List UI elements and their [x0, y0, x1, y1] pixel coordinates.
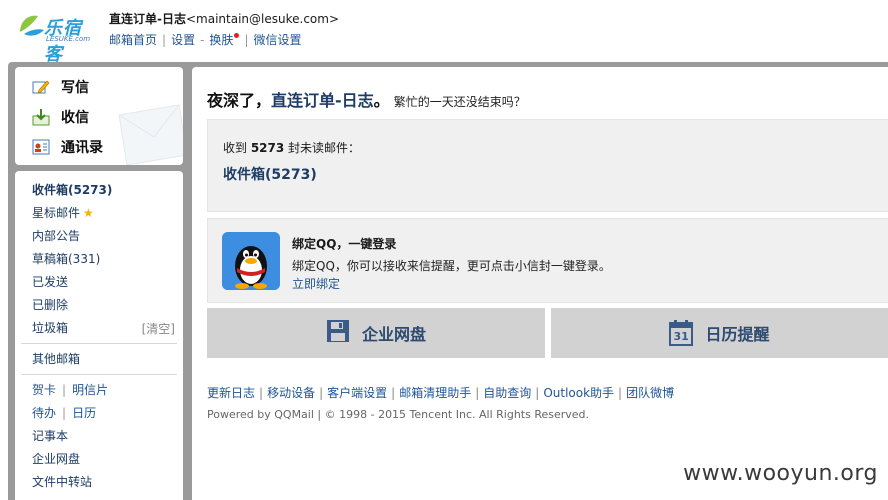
separator: |: [391, 386, 396, 400]
folder-list: 收件箱(5273) 星标邮件 ★ 内部公告 草稿箱(331) 已发送 已删除 垃圾…: [15, 171, 183, 500]
link-file-transfer[interactable]: 文件中转站: [32, 474, 92, 490]
receive-button[interactable]: 收信: [31, 105, 89, 129]
footer-links: 更新日志 | 移动设备 | 客户端设置 | 邮箱清理助手 | 自助查询 | Outlook助手 | 团队…: [207, 384, 674, 401]
greeting-name: 直连订单-日志: [271, 91, 374, 110]
link-client-settings[interactable]: 客户端设置: [327, 386, 387, 400]
inbox-download-icon: [31, 108, 51, 126]
link-notes[interactable]: 记事本: [32, 428, 68, 444]
link-mail-home[interactable]: 邮箱首页: [109, 33, 157, 47]
separator: |: [62, 406, 67, 420]
qq-penguin-icon: [222, 232, 280, 290]
contacts-icon: [31, 138, 51, 156]
top-nav: 邮箱首页 | 设置 - 换肤 | 微信设置: [109, 31, 302, 48]
bind-qq-panel: 绑定QQ，一键登录 绑定QQ，你可以接收来信提醒，更可点击小信封一键登录。 立即…: [207, 218, 888, 303]
folder-junk[interactable]: 垃圾箱: [32, 320, 68, 336]
divider: [21, 343, 177, 344]
clear-junk-link[interactable]: [清空]: [142, 320, 175, 337]
netdisk-tile[interactable]: 企业网盘: [207, 308, 545, 358]
link-skin[interactable]: 换肤: [209, 33, 233, 47]
tools-row-cards: 贺卡 | 明信片: [32, 382, 108, 398]
folder-deleted[interactable]: 已删除: [32, 297, 68, 313]
link-postcard[interactable]: 明信片: [72, 383, 108, 397]
folder-drafts[interactable]: 草稿箱(331): [32, 251, 100, 267]
bind-qq-now-link[interactable]: 立即绑定: [292, 275, 340, 292]
notification-dot: [234, 33, 240, 38]
unread-panel: 收到 5273 封未读邮件： 收件箱(5273): [207, 119, 888, 212]
bind-qq-description: 绑定QQ，你可以接收来信提醒，更可点击小信封一键登录。: [292, 259, 611, 273]
folder-sent[interactable]: 已发送: [32, 274, 68, 290]
disk-icon: [326, 319, 350, 347]
copyright: Powered by QQMail | © 1998 - 2015 Tencen…: [207, 408, 590, 421]
receive-label: 收信: [61, 110, 89, 126]
envelope-decoration-icon: [118, 104, 183, 165]
folder-inbox[interactable]: 收件箱(5273): [32, 182, 112, 198]
unread-count: 5273: [250, 141, 285, 155]
separator: |: [319, 386, 324, 400]
link-outlook[interactable]: Outlook助手: [543, 386, 614, 400]
folder-starred[interactable]: 星标邮件 ★: [32, 205, 94, 221]
greeting-suffix: 。: [373, 91, 390, 110]
separator: |: [535, 386, 540, 400]
calendar-day: 31: [673, 330, 689, 343]
separator: |: [259, 386, 264, 400]
folder-notice[interactable]: 内部公告: [32, 228, 80, 244]
link-team-weibo[interactable]: 团队微博: [626, 386, 674, 400]
greeting: 夜深了，直连订单-日志。 繁忙的一天还没结束吗？: [207, 87, 526, 111]
unread-suffix: 封未读邮件：: [284, 141, 361, 155]
folder-other-mailboxes[interactable]: 其他邮箱: [32, 351, 80, 367]
logo-subtext: LESUKE.com: [46, 35, 91, 43]
logo[interactable]: 乐宿客 LESUKE.com: [14, 8, 94, 65]
account-info: 直连订单-日志<maintain@lesuke.com>: [109, 10, 339, 27]
compose-label: 写信: [61, 80, 89, 96]
link-netdisk[interactable]: 企业网盘: [32, 451, 80, 467]
contacts-button[interactable]: 通讯录: [31, 135, 103, 159]
separator: |: [62, 383, 67, 397]
divider: [21, 374, 177, 375]
folder-starred-label: 星标邮件: [32, 206, 81, 220]
calendar-icon: 31: [669, 320, 694, 346]
account-name: 直连订单-日志: [109, 12, 186, 26]
tools-row-todo: 待办 | 日历: [32, 405, 96, 421]
unread-prefix: 收到: [223, 141, 251, 155]
netdisk-tile-label: 企业网盘: [361, 325, 426, 344]
link-mobile[interactable]: 移动设备: [267, 386, 315, 400]
compose-icon: [31, 78, 51, 96]
compose-button[interactable]: 写信: [31, 75, 89, 99]
separator: |: [244, 33, 249, 47]
separator: |: [475, 386, 480, 400]
unread-summary: 收到 5273 封未读邮件：: [223, 139, 360, 156]
star-icon: ★: [83, 206, 94, 220]
separator: -: [200, 33, 205, 47]
unread-inbox-link[interactable]: 收件箱(5273): [223, 164, 317, 184]
quick-actions-panel: 写信 收信 通讯录: [15, 67, 183, 165]
link-calendar[interactable]: 日历: [72, 406, 96, 420]
link-wechat-settings[interactable]: 微信设置: [253, 33, 301, 47]
account-email: <maintain@lesuke.com>: [185, 12, 339, 26]
contacts-label: 通讯录: [61, 140, 103, 156]
greeting-subtext: 繁忙的一天还没结束吗？: [393, 95, 526, 109]
link-settings[interactable]: 设置: [171, 33, 195, 47]
link-self-service[interactable]: 自助查询: [483, 386, 531, 400]
separator: |: [618, 386, 623, 400]
link-changelog[interactable]: 更新日志: [207, 386, 255, 400]
link-todo[interactable]: 待办: [32, 406, 56, 420]
bind-qq-title: 绑定QQ，一键登录: [292, 237, 397, 251]
leaf-logo-icon: [20, 15, 44, 36]
calendar-tile-label: 日历提醒: [705, 325, 770, 344]
link-cleanup[interactable]: 邮箱清理助手: [399, 386, 471, 400]
watermark: www.wooyun.org: [683, 461, 878, 486]
main-content: 夜深了，直连订单-日志。 繁忙的一天还没结束吗？ 收到 5273 封未读邮件： 收…: [192, 67, 888, 500]
greeting-prefix: 夜深了，: [207, 91, 272, 110]
link-greeting-card[interactable]: 贺卡: [32, 383, 56, 397]
calendar-reminder-tile[interactable]: 31 日历提醒: [551, 308, 888, 358]
separator: |: [162, 33, 167, 47]
